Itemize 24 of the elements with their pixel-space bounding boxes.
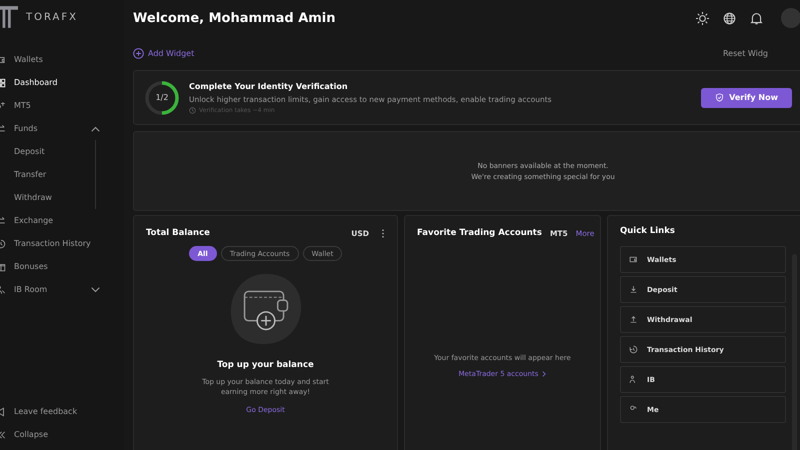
sidebar-item[interactable]: Bonuses [0, 255, 124, 278]
widget-title: Quick Links [620, 226, 676, 236]
sidebar-subitem[interactable]: Withdraw [14, 186, 95, 209]
sidebar-subitem[interactable]: Deposit [14, 140, 95, 163]
sidebar-item[interactable]: Transaction History [0, 232, 124, 255]
widget-title: Total Balance [146, 228, 211, 238]
reset-widgets-button[interactable]: Reset Widg [722, 48, 768, 58]
empty-heading: Top up your balance [216, 360, 315, 370]
page-title: Welcome, Mohammad Amin [133, 10, 337, 26]
widget-title: Favorite Trading Accounts [417, 228, 542, 238]
progress-ring: 1/2 [144, 80, 180, 116]
sidebar-item[interactable]: IB Room [0, 278, 124, 301]
brand-name: TORAFX [26, 12, 78, 22]
sidebar-item[interactable]: Wallets [0, 48, 124, 71]
sidebar-item[interactable]: MT5 [0, 94, 124, 117]
sidebar-item[interactable]: Exchange [0, 209, 124, 232]
sidebar-footer-item[interactable]: Collapse [0, 423, 124, 446]
sidebar-footer-item[interactable]: Leave feedback [0, 400, 124, 423]
sidebar-item[interactable]: Dashboard [0, 71, 124, 94]
add-widget-button[interactable]: Add Widget [133, 48, 194, 58]
sidebar-item[interactable]: Funds [0, 117, 124, 140]
sidebar-subitem[interactable]: Transfer [14, 163, 95, 186]
verify-now-button[interactable]: Verify Now [701, 88, 792, 108]
verification-title: Complete Your Identity Verification [189, 82, 349, 90]
